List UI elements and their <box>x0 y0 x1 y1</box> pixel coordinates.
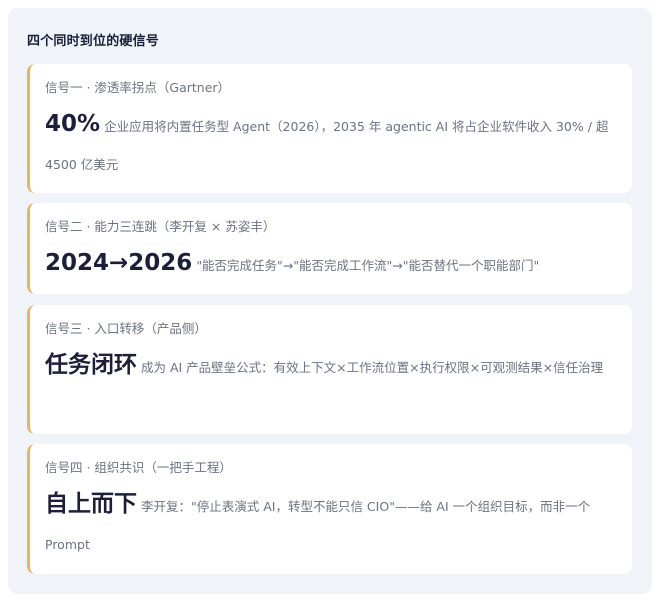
signal-headline: 任务闭环 <box>45 352 137 378</box>
signal-body: 自上而下 李开复："停止表演式 AI，转型不能只信 CIO"——给 AI 一个组织… <box>45 485 616 564</box>
signal-card-1: 信号一 · 渗透率拐点（Gartner） 40% 企业应用将内置任务型 Agent… <box>27 64 632 193</box>
signal-headline: 自上而下 <box>45 491 137 517</box>
signal-label: 信号三 · 入口转移（产品侧） <box>45 321 207 336</box>
signal-label: 信号四 · 组织共识（一把手工程） <box>45 460 232 475</box>
signals-panel: 四个同时到位的硬信号 信号一 · 渗透率拐点（Gartner） 40% 企业应用将… <box>8 8 652 594</box>
signal-text: "能否完成任务"→"能否完成工作流"→"能否替代一个职能部门" <box>196 258 540 273</box>
signal-card-2: 信号二 · 能力三连跳（李开复 × 苏姿丰） 2024→2026 "能否完成任务"… <box>27 203 632 294</box>
signal-card-4: 信号四 · 组织共识（一把手工程） 自上而下 李开复："停止表演式 AI，转型不能… <box>27 444 632 574</box>
signal-text: 企业应用将内置任务型 Agent（2026），2035 年 agentic AI… <box>45 119 609 172</box>
signal-text: 成为 AI 产品壁垒公式：有效上下文×工作流位置×执行权限×可观测结果×信任治理 <box>141 360 604 375</box>
signal-label: 信号二 · 能力三连跳（李开复 × 苏姿丰） <box>45 219 276 234</box>
signal-body: 40% 企业应用将内置任务型 Agent（2026），2035 年 agentic… <box>45 105 616 184</box>
signal-card-3: 信号三 · 入口转移（产品侧） 任务闭环 成为 AI 产品壁垒公式：有效上下文×工… <box>27 305 632 434</box>
signal-label: 信号一 · 渗透率拐点（Gartner） <box>45 80 231 95</box>
panel-title: 四个同时到位的硬信号 <box>27 34 160 49</box>
signal-headline: 2024→2026 <box>45 250 193 276</box>
signal-headline: 40% <box>45 111 101 137</box>
signal-body: 任务闭环 成为 AI 产品壁垒公式：有效上下文×工作流位置×执行权限×可观测结果×… <box>45 346 616 387</box>
signal-body: 2024→2026 "能否完成任务"→"能否完成工作流"→"能否替代一个职能部门" <box>45 244 616 285</box>
